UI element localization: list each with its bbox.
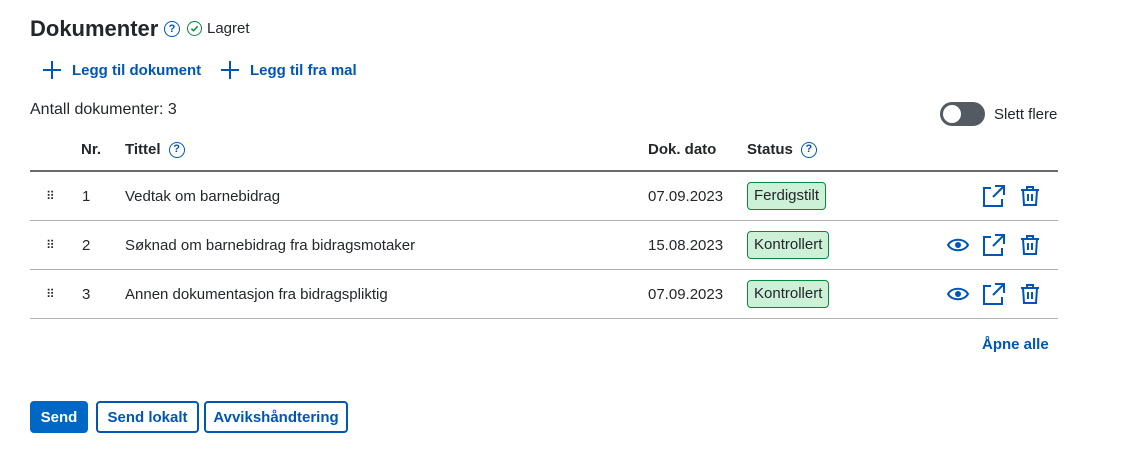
- table-row: ⠿ 1 Vedtak om barnebidrag 07.09.2023 Fer…: [30, 172, 1058, 220]
- open-external-icon[interactable]: [982, 233, 1006, 257]
- status-badge: Kontrollert: [747, 280, 830, 308]
- drag-handle-icon[interactable]: ⠿: [46, 270, 55, 318]
- table-row: ⠿ 3 Annen dokumentasjon fra bidragsplikt…: [30, 270, 1058, 318]
- page-title: Dokumenter: [30, 16, 159, 41]
- open-all-link[interactable]: Åpne alle: [982, 336, 1049, 353]
- column-header-nr: Nr.: [81, 141, 101, 158]
- document-title: Annen dokumentasjon fra bidragspliktig: [125, 285, 388, 303]
- open-external-icon[interactable]: [982, 282, 1006, 306]
- title-help-icon[interactable]: ?: [164, 21, 180, 37]
- column-header-status-label: Status: [747, 141, 793, 158]
- column-header-title-label: Tittel: [125, 141, 161, 158]
- delete-multiple-toggle[interactable]: Slett flere: [940, 102, 1057, 126]
- status-badge: Ferdigstilt: [747, 182, 827, 210]
- row-divider: [30, 318, 1058, 319]
- add-from-template-button[interactable]: Legg til fra mal: [220, 60, 357, 80]
- trash-icon[interactable]: [1018, 184, 1042, 208]
- toggle-knob: [943, 105, 961, 123]
- check-circle-icon: [187, 21, 202, 36]
- row-number: 2: [82, 236, 91, 254]
- table-row: ⠿ 2 Søknad om barnebidrag fra bidragsmot…: [30, 221, 1058, 269]
- eye-icon[interactable]: [946, 282, 970, 306]
- document-date: 07.09.2023: [648, 187, 724, 205]
- column-header-date: Dok. dato: [648, 141, 716, 158]
- send-button[interactable]: Send: [30, 401, 88, 433]
- drag-handle-icon[interactable]: ⠿: [46, 221, 55, 269]
- row-number: 3: [82, 285, 91, 303]
- document-date: 07.09.2023: [648, 285, 724, 303]
- deviation-handling-button[interactable]: Avvikshåndtering: [204, 401, 348, 433]
- title-column-help-icon[interactable]: ?: [168, 141, 185, 158]
- send-local-button[interactable]: Send lokalt: [96, 401, 199, 433]
- drag-handle-icon[interactable]: ⠿: [46, 172, 55, 220]
- document-date: 15.08.2023: [648, 236, 724, 254]
- eye-icon[interactable]: [946, 233, 970, 257]
- column-header-nr-label: Nr.: [81, 141, 102, 158]
- toggle-switch[interactable]: [940, 102, 985, 126]
- status-column-help-icon[interactable]: ?: [800, 141, 817, 158]
- plus-icon: [43, 61, 61, 79]
- add-document-label: Legg til dokument: [72, 61, 202, 79]
- saved-status: Lagret: [187, 20, 250, 37]
- row-number: 1: [82, 187, 91, 205]
- document-count: Antall dokumenter: 3: [30, 101, 177, 118]
- column-header-title: Tittel ?: [125, 141, 185, 158]
- trash-icon[interactable]: [1018, 233, 1042, 257]
- toggle-label: Slett flere: [994, 105, 1058, 123]
- add-from-template-label: Legg til fra mal: [250, 61, 357, 79]
- document-title: Søknad om barnebidrag fra bidragsmotaker: [125, 236, 416, 254]
- saved-label: Lagret: [207, 20, 250, 37]
- add-document-button[interactable]: Legg til dokument: [42, 60, 201, 80]
- column-header-date-label: Dok. dato: [648, 141, 717, 158]
- status-badge: Kontrollert: [747, 231, 830, 259]
- open-external-icon[interactable]: [982, 184, 1006, 208]
- column-header-status: Status ?: [747, 141, 817, 158]
- document-title: Vedtak om barnebidrag: [125, 187, 281, 205]
- trash-icon[interactable]: [1018, 282, 1042, 306]
- plus-icon: [221, 61, 239, 79]
